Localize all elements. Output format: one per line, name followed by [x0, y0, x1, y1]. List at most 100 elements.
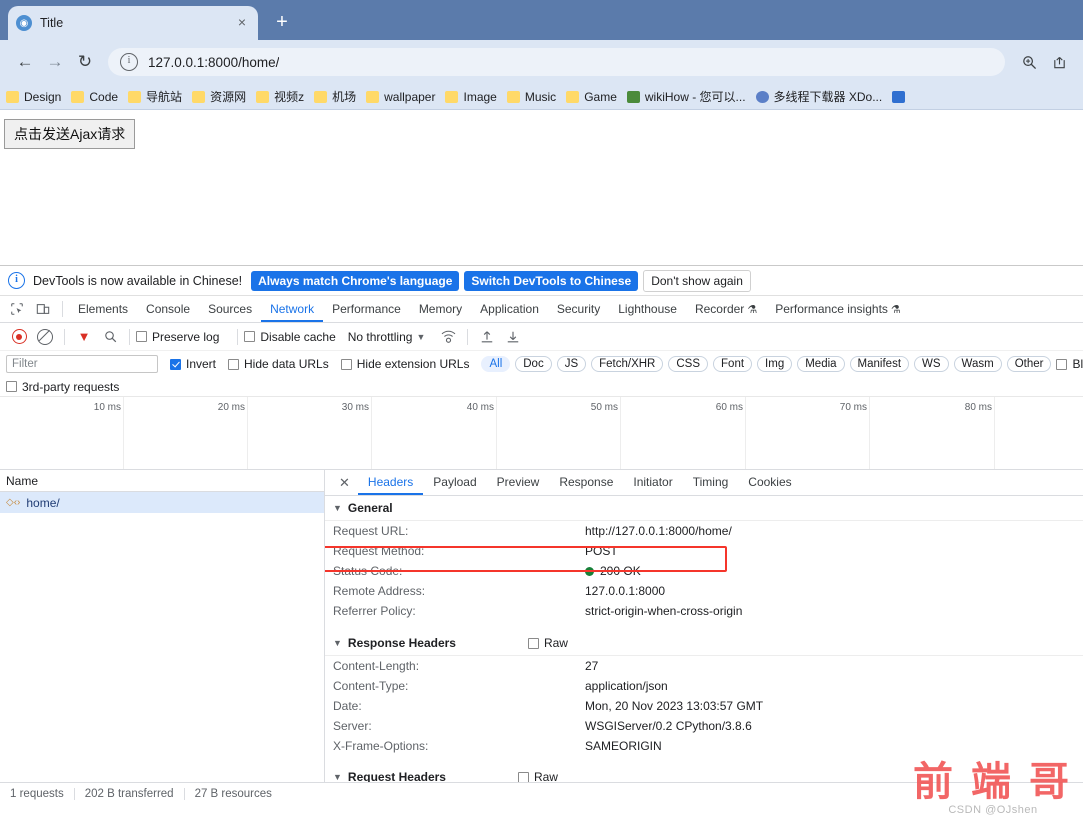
status-badge [585, 566, 594, 576]
filter-input[interactable]: Filter [6, 355, 158, 373]
type-chip-media[interactable]: Media [797, 356, 845, 372]
bookmark-item[interactable]: Game [566, 90, 617, 104]
response-raw-label: Raw [543, 636, 568, 650]
import-har-button[interactable] [474, 326, 500, 348]
hide-data-urls-checkbox[interactable]: Hide data URLs [228, 357, 329, 371]
type-chip-all[interactable]: All [481, 356, 511, 372]
always-match-language-button[interactable]: Always match Chrome's language [251, 270, 460, 291]
checkbox-icon [6, 381, 17, 392]
type-chip-css[interactable]: CSS [668, 356, 709, 372]
bookmark-item[interactable]: Image [445, 90, 497, 104]
throttling-select[interactable]: No throttling [348, 330, 413, 344]
general-section-header[interactable]: ▼ General [325, 496, 1083, 521]
response-headers-section-header[interactable]: ▼ Response Headers Raw [325, 631, 1083, 656]
browser-tab[interactable]: ◉ Title × [8, 6, 258, 40]
send-ajax-request-button[interactable]: 点击发送Ajax请求 [4, 119, 136, 149]
new-tab-button[interactable]: + [268, 9, 296, 37]
type-chip-other[interactable]: Other [1006, 356, 1052, 372]
inspect-element-icon[interactable] [4, 298, 30, 320]
filter-toggle-button[interactable]: ▼ [71, 326, 97, 348]
tab-response[interactable]: Response [549, 470, 623, 495]
disable-cache-checkbox[interactable]: Disable cache [244, 329, 336, 344]
requests-column-header[interactable]: Name [0, 470, 324, 492]
bookmark-item[interactable]: 多线程下载器 XDo... [755, 88, 882, 105]
tab-elements[interactable]: Elements [69, 296, 137, 322]
type-chip-js[interactable]: JS [556, 356, 587, 372]
dont-show-again-button[interactable]: Don't show again [643, 269, 751, 292]
folder-icon [314, 90, 328, 103]
folder-icon [445, 90, 459, 103]
request-raw-checkbox[interactable]: Raw [517, 770, 558, 782]
devtools-panel: i DevTools is now available in Chinese! … [0, 265, 1083, 805]
close-icon[interactable]: × [234, 15, 250, 31]
tab-lighthouse[interactable]: Lighthouse [609, 296, 686, 322]
type-chip-font[interactable]: Font [713, 356, 753, 372]
bookmark-item[interactable] [892, 90, 910, 103]
address-bar[interactable]: i 127.0.0.1:8000/home/ [108, 48, 1005, 76]
tab-recorder[interactable]: Recorder ⚗ [686, 296, 766, 322]
type-chip-ws[interactable]: WS [914, 356, 949, 372]
record-button[interactable] [6, 326, 32, 348]
network-overview-timeline[interactable]: 10 ms 20 ms 30 ms 40 ms 50 ms 60 ms 70 m… [0, 397, 1083, 470]
preserve-log-checkbox[interactable]: Preserve log [136, 330, 219, 344]
header-value: http://127.0.0.1:8000/home/ [585, 524, 732, 538]
tab-network[interactable]: Network [261, 296, 323, 322]
tab-initiator[interactable]: Initiator [623, 470, 682, 495]
zoom-icon[interactable] [1015, 48, 1043, 76]
type-chip-manifest[interactable]: Manifest [849, 356, 910, 372]
invert-checkbox[interactable]: Invert [170, 357, 216, 371]
tab-headers[interactable]: Headers [358, 470, 423, 495]
tab-performance-insights-label: Performance insights [775, 302, 888, 316]
type-chip-wasm[interactable]: Wasm [953, 356, 1002, 372]
tab-cookies[interactable]: Cookies [738, 470, 801, 495]
type-chip-doc[interactable]: Doc [515, 356, 552, 372]
tab-timing[interactable]: Timing [683, 470, 739, 495]
tab-performance[interactable]: Performance [323, 296, 410, 322]
close-icon[interactable]: ✕ [331, 475, 358, 491]
blocked-responses-checkbox[interactable]: Blocked r [1056, 357, 1083, 371]
tab-memory[interactable]: Memory [410, 296, 471, 322]
bookmark-item[interactable]: wikiHow - 您可以... [626, 88, 746, 105]
timeline-tick-label: 20 ms [217, 402, 245, 413]
share-icon[interactable] [1045, 48, 1073, 76]
bookmark-item[interactable]: 导航站 [128, 88, 182, 105]
divider [129, 328, 130, 345]
tab-preview[interactable]: Preview [487, 470, 550, 495]
bookmark-item[interactable]: 视频z [256, 88, 304, 105]
tab-security[interactable]: Security [548, 296, 609, 322]
site-info-icon[interactable]: i [120, 53, 138, 71]
clear-button[interactable] [32, 326, 58, 348]
type-chip-img[interactable]: Img [757, 356, 793, 372]
clear-icon [37, 328, 53, 345]
share-icon-svg [1053, 56, 1065, 68]
switch-devtools-chinese-button[interactable]: Switch DevTools to Chinese [464, 270, 639, 291]
network-conditions-button[interactable] [435, 326, 461, 348]
type-chip-fetch-xhr[interactable]: Fetch/XHR [591, 356, 664, 372]
export-har-button[interactable] [500, 326, 526, 348]
device-toolbar-icon[interactable] [30, 298, 56, 320]
chevron-down-icon[interactable]: ▼ [416, 332, 425, 342]
bookmark-item[interactable]: 机场 [314, 88, 356, 105]
table-row[interactable]: ◇‹› home/ [0, 492, 324, 513]
tab-performance-insights[interactable]: Performance insights ⚗ [766, 296, 910, 322]
reload-icon[interactable]: ↻ [70, 47, 100, 77]
disable-cache-label: Disable cache [260, 329, 336, 344]
response-raw-checkbox[interactable]: Raw [527, 636, 568, 650]
request-headers-section-header[interactable]: ▼ Request Headers Raw [325, 765, 1083, 782]
search-button[interactable] [97, 326, 123, 348]
bookmark-item[interactable]: 资源网 [192, 88, 246, 105]
bookmark-item[interactable]: Music [506, 90, 556, 104]
bookmark-item[interactable]: Design [6, 90, 61, 104]
tab-console[interactable]: Console [137, 296, 199, 322]
tab-payload[interactable]: Payload [423, 470, 486, 495]
hide-extension-urls-checkbox[interactable]: Hide extension URLs [340, 357, 469, 371]
bookmark-item[interactable]: wallpaper [366, 90, 435, 104]
back-icon[interactable]: ← [10, 47, 40, 77]
tab-sources[interactable]: Sources [199, 296, 261, 322]
tab-application[interactable]: Application [471, 296, 548, 322]
bookmark-label: wallpaper [384, 89, 436, 104]
bookmark-item[interactable]: Code [71, 90, 118, 104]
page-viewport: 点击发送Ajax请求 [0, 110, 1083, 265]
forward-icon[interactable]: → [40, 47, 70, 77]
third-party-requests-checkbox[interactable]: 3rd-party requests [6, 380, 119, 394]
